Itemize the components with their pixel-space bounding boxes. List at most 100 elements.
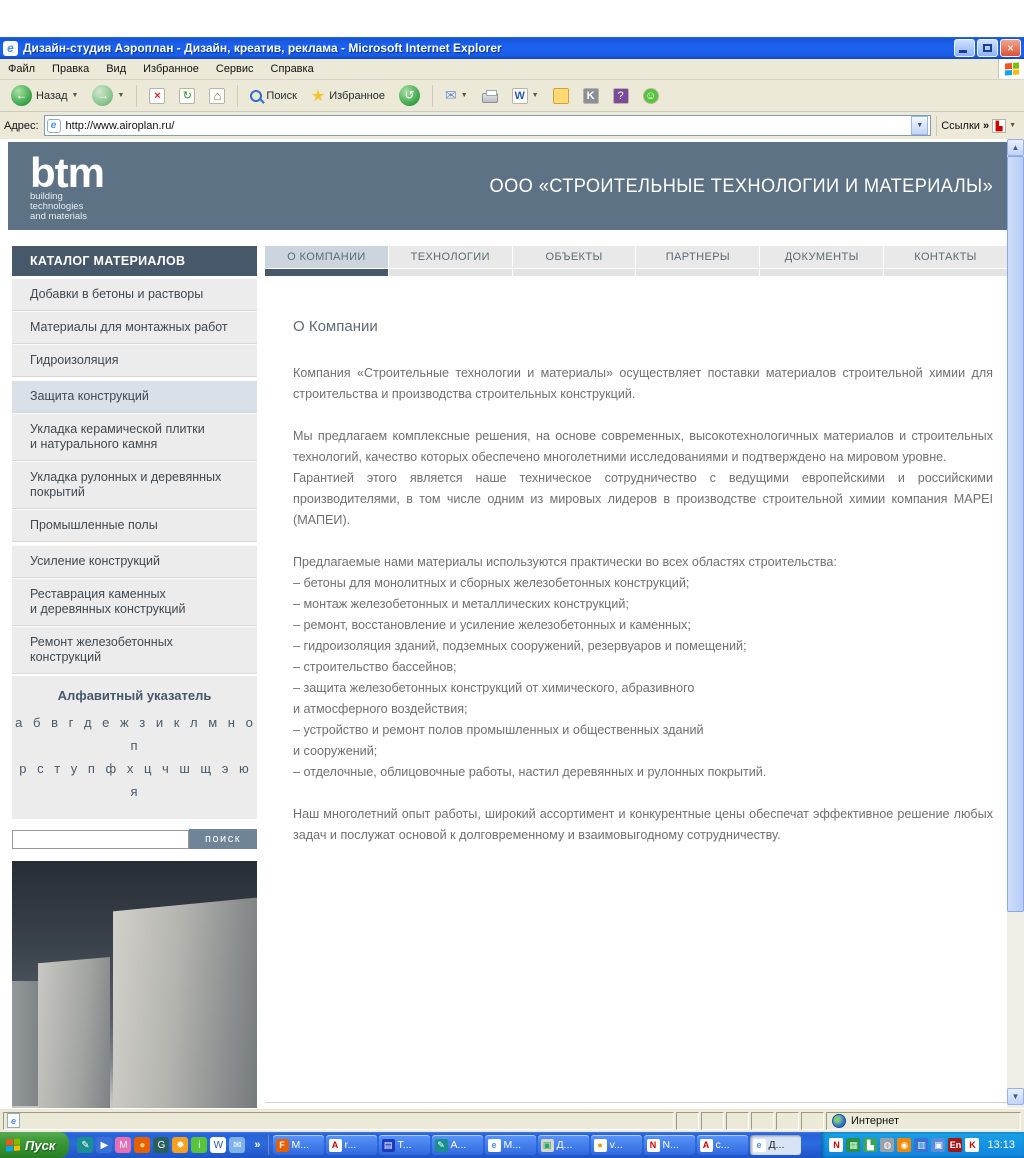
task-acrobat-2[interactable]: A с...	[697, 1135, 748, 1155]
menu-item[interactable]: Файл	[8, 63, 35, 75]
scroll-down-button[interactable]: ▼	[1007, 1088, 1024, 1105]
taskbar-clock: 13:13	[987, 1139, 1015, 1151]
menu-item[interactable]: Правка	[52, 63, 89, 75]
scrollbar-thumb[interactable]	[1007, 156, 1024, 912]
media-player-icon[interactable]: ▶	[96, 1137, 112, 1153]
list-intro: Предлагаемые нами материалы используются…	[293, 552, 993, 573]
task-n-app[interactable]: N N...	[644, 1135, 695, 1155]
sidebar-item[interactable]: Ремонт железобетонных конструкций	[12, 626, 257, 674]
sidebar-item[interactable]: Промышленные полы	[12, 509, 257, 542]
concrete-blocks-photo	[12, 861, 257, 1108]
task-quill[interactable]: ✎ А...	[432, 1135, 483, 1155]
research-icon: ?	[613, 88, 629, 104]
refresh-button[interactable]: ↻	[174, 86, 200, 106]
messenger-icon: ☺	[643, 88, 659, 104]
forward-button[interactable]: → ▼	[87, 83, 129, 108]
quick-launch-overflow[interactable]: »	[250, 1139, 264, 1151]
start-flag-icon	[6, 1139, 20, 1152]
tab[interactable]: ПАРТНЕРЫ	[636, 246, 759, 276]
g-app-icon[interactable]: G	[153, 1137, 169, 1153]
tab[interactable]: ДОКУМЕНТЫ	[760, 246, 883, 276]
tray-radio-icon[interactable]: ◉	[897, 1138, 911, 1152]
sidebar-item[interactable]: Материалы для монтажных работ	[12, 311, 257, 344]
search-input[interactable]	[12, 830, 189, 849]
links-section[interactable]: Ссылки » ▙ ▼	[936, 116, 1020, 136]
research-button[interactable]: ?	[608, 86, 634, 106]
sidebar-item[interactable]: Защита конструкций	[12, 380, 257, 413]
tray-n-icon[interactable]: N	[829, 1138, 843, 1152]
list-item: – бетоны для монолитных и сборных железо…	[293, 573, 993, 594]
home-button[interactable]: ⌂	[204, 86, 230, 106]
notes-button[interactable]	[548, 86, 574, 106]
messenger-button[interactable]: ☺	[638, 86, 664, 106]
mail-button[interactable]: ✉▼	[440, 85, 473, 106]
task-ie-1[interactable]: e М...	[485, 1135, 536, 1155]
address-input[interactable]	[66, 120, 912, 132]
tab[interactable]: ТЕХНОЛОГИИ	[389, 246, 512, 276]
sidebar-item[interactable]: Усиление конструкций	[12, 545, 257, 578]
menu-item[interactable]: Сервис	[216, 63, 254, 75]
task-save[interactable]: ▤ Т...	[379, 1135, 430, 1155]
word-icon[interactable]: W	[210, 1137, 226, 1153]
restore-button[interactable]	[977, 39, 998, 57]
icq-icon[interactable]: i	[191, 1137, 207, 1153]
tray-disk-icon[interactable]: ▙	[863, 1138, 877, 1152]
tab[interactable]: КОНТАКТЫ	[884, 246, 1007, 276]
alphabet-row-1[interactable]: а б в г д е ж з и к л м н о п	[12, 711, 257, 757]
search-button[interactable]: Поиск	[245, 88, 301, 104]
edit-word-button[interactable]: W▼	[507, 86, 544, 106]
page-content: О Компании Компания «Строительные технол…	[265, 276, 1007, 867]
address-dropdown-button[interactable]: ▼	[911, 116, 928, 135]
sidebar-item[interactable]: Укладка рулонных и деревянных покрытий	[12, 461, 257, 509]
firefox-icon[interactable]: ●	[134, 1137, 150, 1153]
address-box: e ▼	[44, 115, 932, 136]
tab[interactable]: О КОМПАНИИ	[265, 246, 388, 276]
sidebar-item[interactable]: Укладка керамической плитки и натурально…	[12, 413, 257, 461]
kaspersky-button[interactable]: K	[578, 86, 604, 106]
menu-item[interactable]: Вид	[106, 63, 126, 75]
forward-dropdown-icon[interactable]: ▼	[117, 92, 124, 99]
minimize-button[interactable]	[954, 39, 975, 57]
top-strip	[0, 0, 1024, 37]
sidebar-item[interactable]: Гидроизоляция	[12, 344, 257, 377]
sidebar-item[interactable]: Добавки в бетоны и растворы	[12, 278, 257, 311]
scroll-up-button[interactable]: ▲	[1007, 139, 1024, 156]
history-button[interactable]: ↺	[394, 83, 425, 108]
close-button[interactable]: ×	[1000, 39, 1021, 57]
vertical-scrollbar[interactable]: ▲ ▼	[1007, 139, 1024, 1108]
site-search-button[interactable]: поиск	[189, 829, 257, 849]
task-ie-active[interactable]: e Д...	[750, 1135, 801, 1155]
menu-item[interactable]: Справка	[271, 63, 314, 75]
task-firefox[interactable]: F М...	[273, 1135, 324, 1155]
windows-flag-icon	[1005, 63, 1019, 76]
favorites-button[interactable]: ★ Избранное	[306, 84, 390, 108]
sidebar-item[interactable]: Реставрация каменных и деревянных констр…	[12, 578, 257, 626]
browser-viewport: btm building technologies and materials …	[0, 139, 1024, 1108]
print-button[interactable]	[477, 87, 503, 105]
list-item: – ремонт, восстановление и усиление желе…	[293, 615, 993, 636]
pdf-toolbar-icon[interactable]: ▙	[992, 119, 1006, 133]
list-item: – строительство бассейнов;	[293, 657, 993, 678]
menu-item[interactable]: Избранное	[143, 63, 199, 75]
tab[interactable]: ОБЪЕКТЫ	[513, 246, 636, 276]
butterfly-icon[interactable]: M	[115, 1137, 131, 1153]
tray-grid-icon[interactable]: ▦	[846, 1138, 860, 1152]
outlook-icon[interactable]: ✉	[229, 1137, 245, 1153]
address-bar: Адрес: e ▼ Ссылки » ▙ ▼	[0, 112, 1024, 139]
tray-cd-icon[interactable]: ◍	[880, 1138, 894, 1152]
stop-button[interactable]: ×	[144, 86, 170, 106]
quill-icon[interactable]: ✎	[77, 1137, 93, 1153]
task-computer[interactable]: ▣ Д...	[538, 1135, 589, 1155]
picasa-icon[interactable]: ✹	[172, 1137, 188, 1153]
tray-language-indicator[interactable]: En	[948, 1138, 962, 1152]
links-chevron-icon[interactable]: »	[983, 120, 989, 132]
tray-pc-icon[interactable]: ▣	[931, 1138, 945, 1152]
tray-network-icon[interactable]: ▥	[914, 1138, 928, 1152]
back-dropdown-icon[interactable]: ▼	[72, 92, 79, 99]
task-viewer[interactable]: ● v...	[591, 1135, 642, 1155]
back-button[interactable]: ← Назад ▼	[6, 83, 83, 108]
task-acrobat[interactable]: A r...	[326, 1135, 377, 1155]
start-button[interactable]: Пуск	[0, 1132, 69, 1158]
alphabet-row-2[interactable]: р с т у п ф х ц ч ш щ э ю я	[12, 757, 257, 803]
tray-kaspersky-icon[interactable]: K	[965, 1138, 979, 1152]
